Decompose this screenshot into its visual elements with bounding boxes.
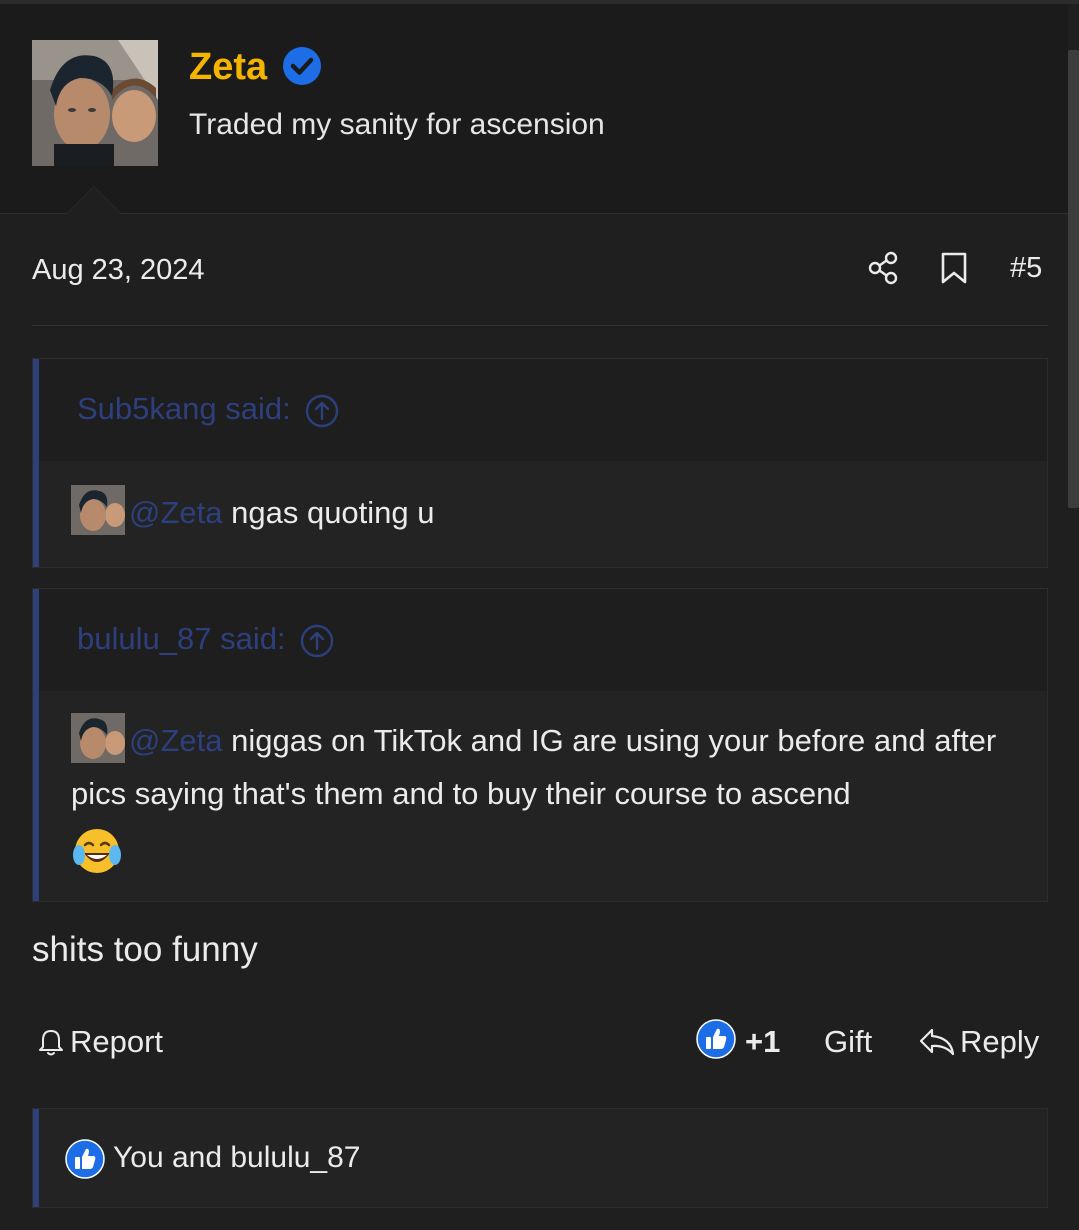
header-pointer <box>66 186 122 214</box>
gift-button[interactable]: Gift <box>824 1020 872 1064</box>
bell-icon <box>39 1030 63 1056</box>
scrollbar-thumb[interactable] <box>1068 50 1079 508</box>
arrow-up-circle-icon[interactable] <box>300 624 334 658</box>
post-message: shits too funny <box>32 930 258 969</box>
mention-avatar <box>71 713 125 763</box>
author-name[interactable]: Zeta <box>189 44 267 90</box>
quote-block: bululu_87 said: @Zeta niggas on TikTok a… <box>32 588 1048 902</box>
report-label: Report <box>70 1024 164 1059</box>
reactions-accent-bar <box>33 1109 39 1207</box>
bookmark-icon[interactable] <box>938 250 970 286</box>
quote-author-label: Sub5kang said: <box>77 391 291 426</box>
like-thumbs-up-icon <box>65 1139 105 1179</box>
reply-arrow-icon <box>919 1028 955 1056</box>
mention-avatar <box>71 485 125 535</box>
author-tagline: Traded my sanity for ascension <box>189 108 605 141</box>
share-icon[interactable] <box>866 250 900 286</box>
laughing-crying-emoji-icon <box>73 829 121 873</box>
reply-button[interactable]: Reply <box>918 1020 1039 1064</box>
mention-link[interactable]: @Zeta <box>129 723 223 758</box>
reactions-summary-link[interactable]: You and bululu_87 <box>113 1137 360 1179</box>
author-header: Zeta Traded my sanity for ascension <box>0 4 1068 214</box>
post-date[interactable]: Aug 23, 2024 <box>32 252 205 288</box>
like-thumbs-up-icon[interactable] <box>696 1019 736 1059</box>
quote-header: Sub5kang said: <box>39 359 1047 461</box>
like-count[interactable]: +1 <box>745 1020 780 1064</box>
post-number-link[interactable]: #5 <box>1010 250 1042 286</box>
quote-content: @Zeta ngas quoting u <box>71 485 1017 539</box>
quote-header: bululu_87 said: <box>39 589 1047 691</box>
verified-badge-icon <box>283 47 321 85</box>
reactions-bar: You and bululu_87 <box>32 1108 1048 1208</box>
quote-author-label: bululu_87 said: <box>77 621 286 656</box>
quote-attribution[interactable]: bululu_87 said: <box>77 619 334 659</box>
quote-block: Sub5kang said: @Zeta ngas quoting u <box>32 358 1048 568</box>
author-avatar[interactable] <box>32 40 158 166</box>
arrow-up-circle-icon[interactable] <box>305 394 339 428</box>
quote-attribution[interactable]: Sub5kang said: <box>77 389 339 429</box>
quote-text: ngas quoting u <box>222 495 435 530</box>
quote-content: @Zeta niggas on TikTok and IG are using … <box>71 713 1017 875</box>
post-header-divider <box>32 325 1048 326</box>
report-button[interactable]: Report <box>36 1020 163 1064</box>
reply-label: Reply <box>960 1024 1040 1059</box>
mention-link[interactable]: @Zeta <box>129 495 223 530</box>
